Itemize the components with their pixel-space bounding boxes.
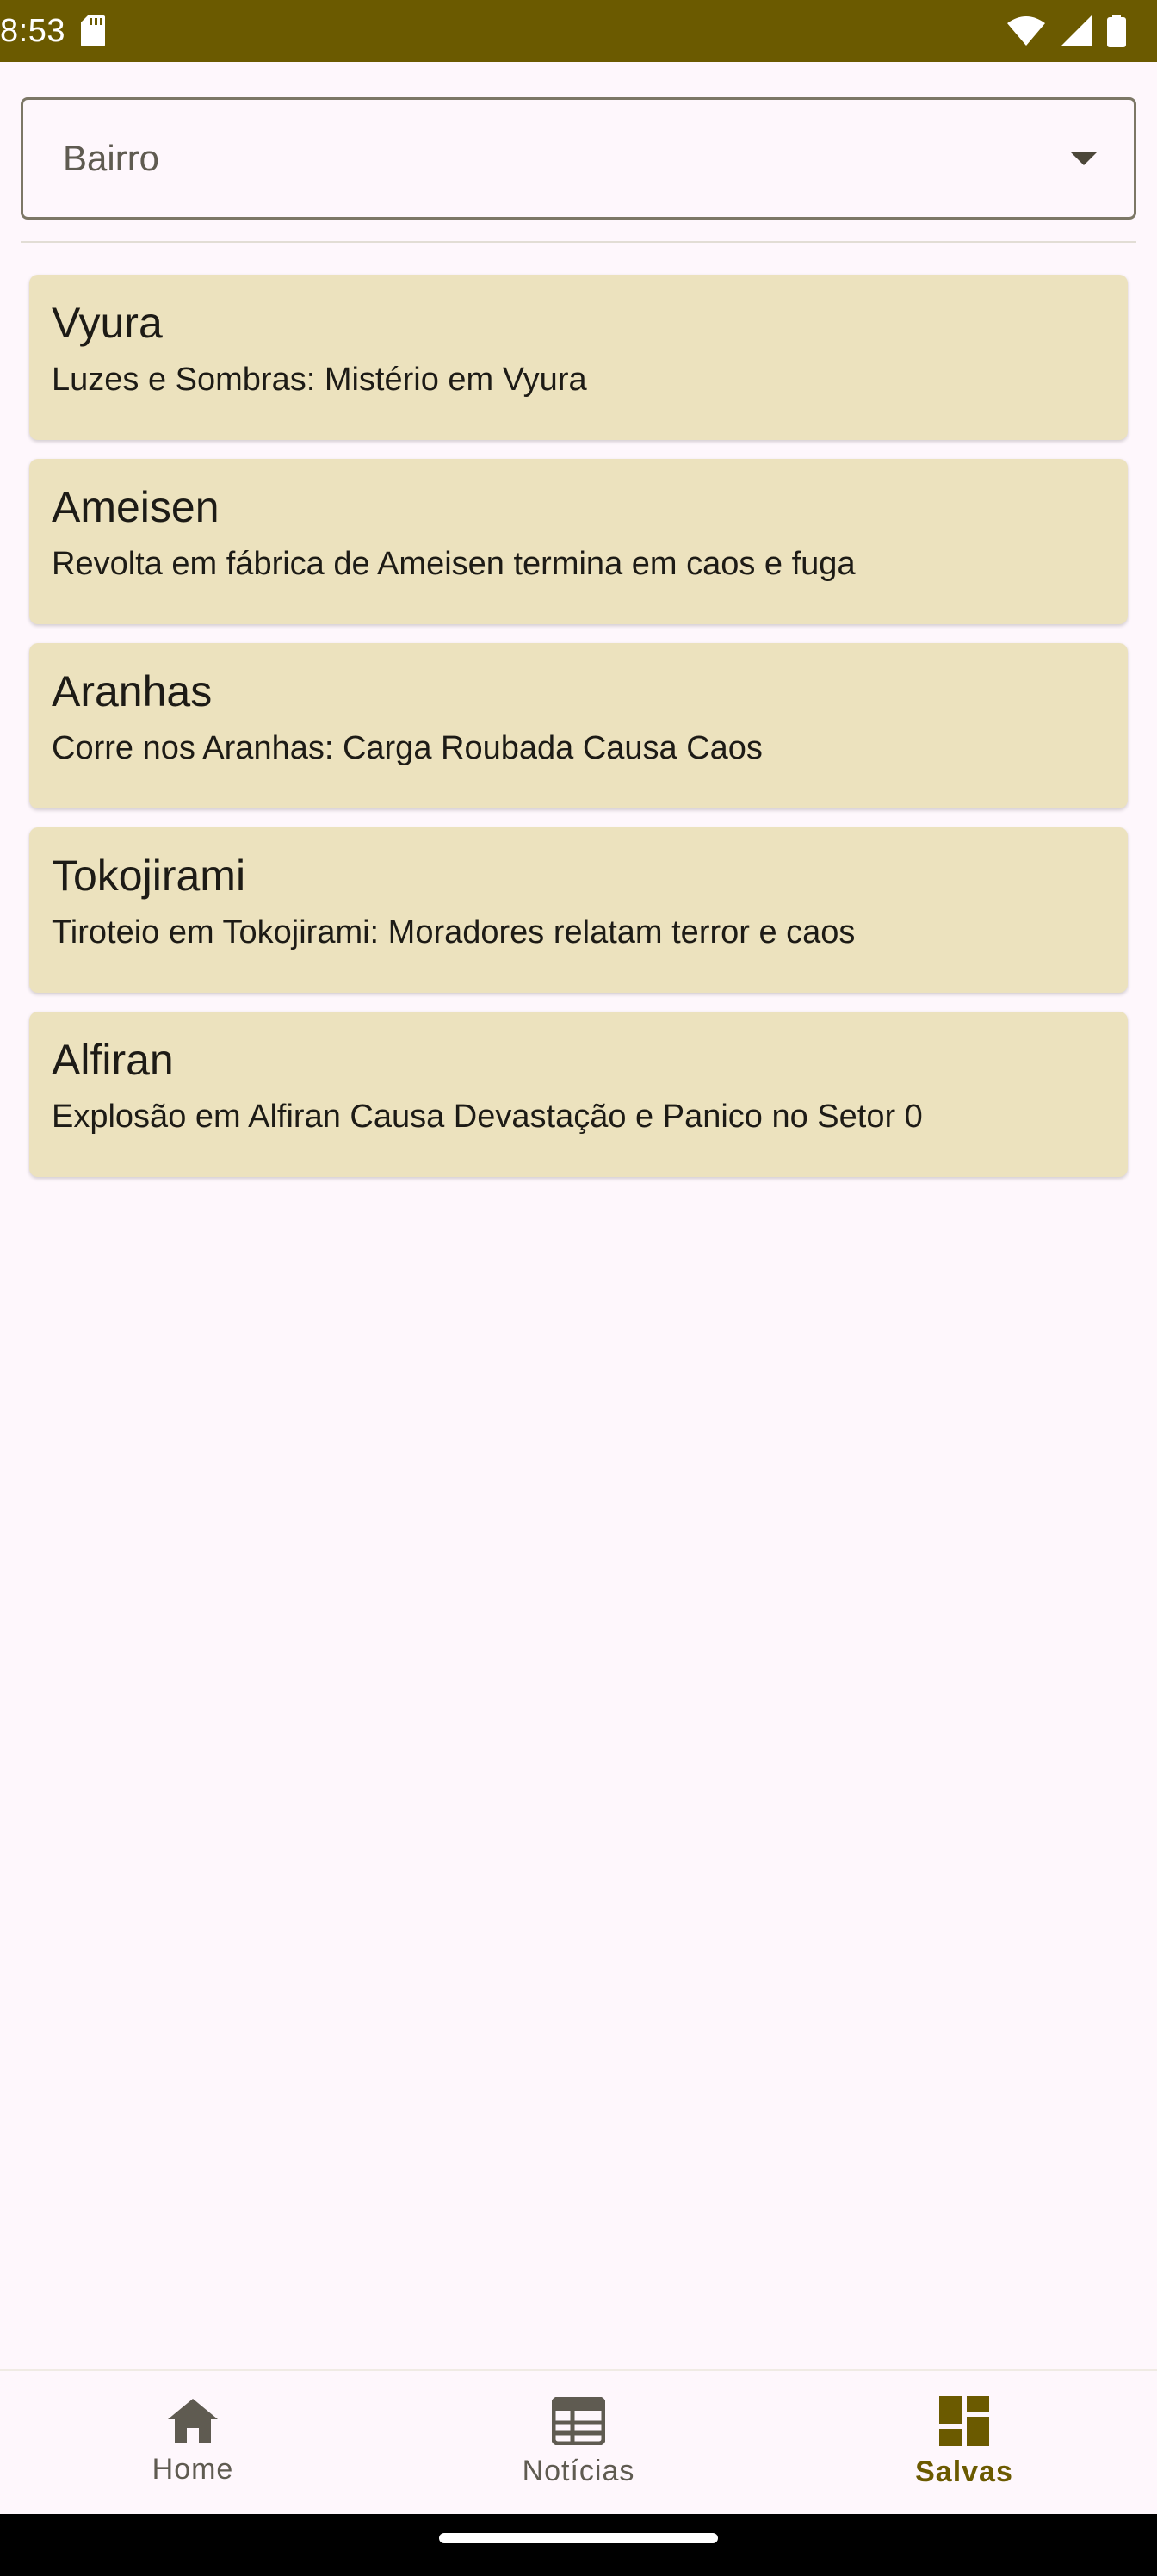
status-time: 8:53 (0, 12, 65, 49)
saved-news-list: Vyura Luzes e Sombras: Mistério em Vyura… (29, 275, 1128, 1196)
news-card[interactable]: Aranhas Corre nos Aranhas: Carga Roubada… (29, 643, 1128, 808)
dashboard-icon (939, 2396, 989, 2450)
status-icons (1007, 15, 1126, 47)
newspaper-icon (551, 2396, 606, 2449)
bairro-dropdown-placeholder: Bairro (63, 138, 160, 178)
news-card[interactable]: Ameisen Revolta em fábrica de Ameisen te… (29, 459, 1128, 624)
wifi-icon (1007, 16, 1045, 46)
news-card-title: Vyura (52, 299, 163, 347)
status-bar: 8:53 (0, 0, 1157, 62)
news-card-subtitle: Explosão em Alfiran Causa Devastação e P… (52, 1099, 923, 1135)
gesture-navigation-area (0, 2514, 1157, 2576)
news-card-subtitle: Revolta em fábrica de Ameisen termina em… (52, 546, 856, 582)
news-card-subtitle: Luzes e Sombras: Mistério em Vyura (52, 362, 587, 398)
battery-icon (1107, 15, 1126, 47)
sd-card-icon (80, 15, 105, 46)
news-card[interactable]: Vyura Luzes e Sombras: Mistério em Vyura (29, 275, 1128, 440)
news-card-title: Tokojirami (52, 851, 246, 900)
news-card-subtitle: Tiroteio em Tokojirami: Moradores relata… (52, 914, 856, 951)
news-card-subtitle: Corre nos Aranhas: Carga Roubada Causa C… (52, 730, 763, 766)
gesture-handle[interactable] (439, 2533, 718, 2543)
bottom-navigation: Home Notícias Salvas (0, 2369, 1157, 2514)
news-card[interactable]: Tokojirami Tiroteio em Tokojirami: Morad… (29, 827, 1128, 993)
nav-item-label: Home (152, 2453, 234, 2486)
nav-item-home[interactable]: Home (0, 2371, 386, 2514)
status-left: 8:53 (0, 13, 105, 50)
bairro-dropdown[interactable]: Bairro (21, 97, 1136, 220)
chevron-down-icon[interactable] (1070, 152, 1098, 165)
nav-item-label: Salvas (915, 2455, 1013, 2488)
news-card[interactable]: Alfiran Explosão em Alfiran Causa Devast… (29, 1012, 1128, 1177)
divider (21, 241, 1136, 243)
signal-icon (1061, 15, 1092, 46)
nav-item-noticias[interactable]: Notícias (386, 2371, 771, 2514)
news-card-title: Alfiran (52, 1036, 174, 1084)
home-icon (168, 2399, 218, 2448)
screen: 8:53 Bairro Vyura Luzes e Sombras: Misté… (0, 0, 1157, 2576)
news-card-title: Aranhas (52, 667, 213, 715)
nav-item-salvas[interactable]: Salvas (771, 2371, 1157, 2514)
news-card-title: Ameisen (52, 483, 220, 531)
nav-item-label: Notícias (522, 2455, 635, 2487)
